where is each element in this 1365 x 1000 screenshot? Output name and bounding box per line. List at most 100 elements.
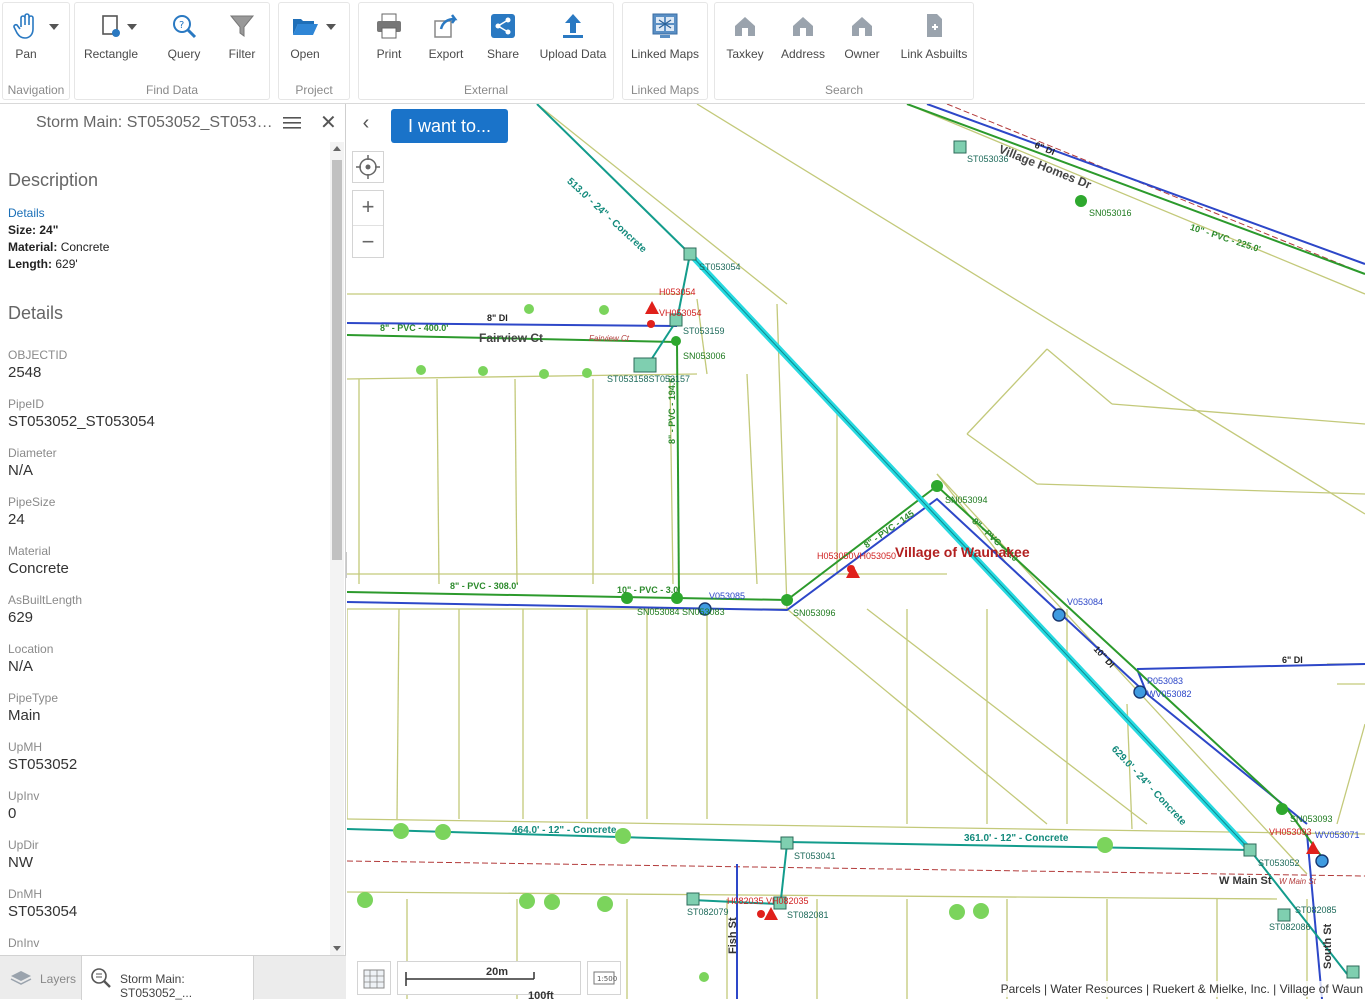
tab-storm-main[interactable]: Storm Main: ST053052_...: [81, 956, 254, 1000]
sanitary-mains: [347, 104, 1365, 865]
scroll-up-icon[interactable]: [333, 146, 341, 151]
taxkey-label: Taxkey: [726, 47, 764, 61]
group-label-find-data: Find Data: [145, 83, 199, 97]
label-di-6b: 6" DI: [1282, 655, 1303, 665]
export-button[interactable]: Export: [416, 11, 476, 61]
group-label-linked-maps: Linked Maps: [630, 83, 700, 97]
label-fairview-small: Fairview Ct: [589, 334, 630, 343]
panel-header: Storm Main: ST053052_ST0530... ✕: [0, 104, 345, 142]
collapse-panel-button[interactable]: ‹: [351, 108, 381, 140]
linked-maps-label: Linked Maps: [630, 47, 700, 61]
map-attribution: Parcels | Water Resources | Ruekert & Mi…: [998, 981, 1365, 997]
tab-layers[interactable]: Layers: [6, 956, 80, 1000]
house-search-icon: [793, 17, 813, 36]
scale-metric: 20m: [486, 966, 509, 978]
label-st082085: ST082085: [1295, 905, 1337, 915]
zoom-out-button[interactable]: −: [353, 225, 383, 259]
label-w-main: W Main St: [1219, 875, 1272, 887]
detail-field: PipeID ST053052_ST053054: [8, 397, 330, 432]
scroll-down-icon[interactable]: [333, 946, 341, 951]
pan-label: Pan: [15, 47, 37, 61]
export-label: Export: [428, 47, 464, 61]
locate-button[interactable]: [352, 151, 384, 183]
close-icon[interactable]: ✕: [320, 113, 337, 133]
zoom-in-button[interactable]: +: [353, 191, 383, 225]
house-search-icon: [852, 17, 872, 36]
label-st053036: ST053036: [967, 154, 1009, 164]
label-pipe-400: 8" - PVC - 400.0': [380, 323, 449, 333]
owner-search-button[interactable]: Owner: [832, 11, 892, 61]
print-button[interactable]: Print: [359, 11, 419, 61]
field-name: DnInv: [8, 936, 40, 950]
details-panel: Storm Main: ST053052_ST0530... ✕ Descrip…: [0, 104, 346, 1000]
print-label: Print: [376, 47, 402, 61]
label-sn053093: SN053093: [1290, 814, 1333, 824]
detail-field: Diameter N/A: [8, 446, 330, 481]
rectangle-select-icon: [102, 15, 120, 37]
ribbon-toolbar: Pan Navigation Rectangle ? Query Filter …: [0, 0, 1365, 104]
group-label-project: Project: [295, 83, 333, 97]
taxkey-search-button[interactable]: Taxkey: [715, 11, 775, 61]
group-external: Print Export Share Upload Data External: [358, 2, 614, 100]
chevron-down-icon[interactable]: [127, 23, 137, 31]
label-vh053054: VH053054: [659, 308, 702, 318]
hydrants[interactable]: [645, 301, 1320, 920]
label-pipe-10pvc: 10" - PVC - 3.0': [617, 585, 681, 595]
rectangle-label: Rectangle: [83, 47, 139, 61]
label-wv053082: WV053082: [1147, 689, 1192, 699]
rectangle-button[interactable]: Rectangle: [81, 11, 141, 61]
group-linked-maps: Linked Maps Linked Maps: [622, 2, 708, 100]
row-line: [946, 104, 1365, 275]
upload-icon: [563, 14, 583, 38]
detail-field: Location N/A: [8, 642, 330, 677]
filter-button[interactable]: Filter: [212, 11, 272, 61]
storm-mains: [347, 104, 1348, 975]
label-st082079: ST082079: [687, 907, 729, 917]
i-want-to-button[interactable]: I want to...: [391, 109, 508, 143]
open-button[interactable]: Open: [285, 11, 325, 61]
linked-maps-button[interactable]: Linked Maps: [628, 11, 702, 61]
label-south: South St: [1322, 923, 1334, 969]
upload-data-button[interactable]: Upload Data: [537, 11, 609, 61]
details-link[interactable]: Details: [8, 206, 45, 220]
chevron-down-icon[interactable]: [49, 23, 59, 31]
label-h053050: H053050VH053050: [817, 551, 897, 561]
field-value: 2548: [8, 364, 42, 381]
label-st053158: ST053158ST053157: [607, 374, 691, 384]
panel-scrollbar[interactable]: [330, 142, 344, 955]
basemap-button[interactable]: [357, 961, 391, 995]
share-button[interactable]: Share: [473, 11, 533, 61]
scale-input-button[interactable]: 1:500: [587, 961, 621, 995]
field-name: PipeSize: [8, 495, 56, 509]
filter-funnel-icon: [229, 15, 255, 37]
link-asbuilts-button[interactable]: Link Asbuilts: [897, 11, 971, 61]
detail-field: PipeType Main: [8, 691, 330, 726]
pan-button[interactable]: Pan: [6, 11, 46, 61]
query-button[interactable]: ? Query: [154, 11, 214, 61]
address-search-button[interactable]: Address: [773, 11, 833, 61]
label-w-main-small: W Main St: [1279, 877, 1316, 886]
label-fairview: Fairview Ct: [479, 331, 544, 345]
link-asbuilts-label: Link Asbuilts: [900, 47, 968, 61]
group-project: Open Project: [278, 2, 350, 100]
panel-title: Storm Main: ST053052_ST0530...: [36, 114, 276, 131]
menu-icon[interactable]: [283, 115, 301, 131]
detail-field: OBJECTID 2548: [8, 348, 330, 383]
query-magnifier-icon: ?: [173, 15, 197, 39]
chevron-down-icon[interactable]: [326, 23, 336, 31]
field-list: OBJECTID 2548 PipeID ST053052_ST053054 Diame…: [8, 348, 330, 950]
field-value: 0: [8, 805, 17, 822]
field-value: N/A: [8, 462, 34, 479]
scroll-thumb[interactable]: [332, 160, 342, 560]
detail-field: UpDir NW: [8, 838, 330, 873]
search-results-icon: [91, 968, 111, 988]
row-line: [347, 860, 1365, 877]
length-value: 629': [55, 257, 78, 271]
map-view[interactable]: 513.0' - 24" - Concrete 629.0' - 24" - C…: [347, 104, 1365, 999]
detail-field: DnInv: [8, 936, 330, 950]
valves[interactable]: [698, 602, 1329, 868]
field-value: NW: [8, 854, 33, 871]
length-label: Length:: [8, 257, 52, 271]
field-name: DnMH: [8, 887, 43, 901]
detail-field: UpInv 0: [8, 789, 330, 824]
